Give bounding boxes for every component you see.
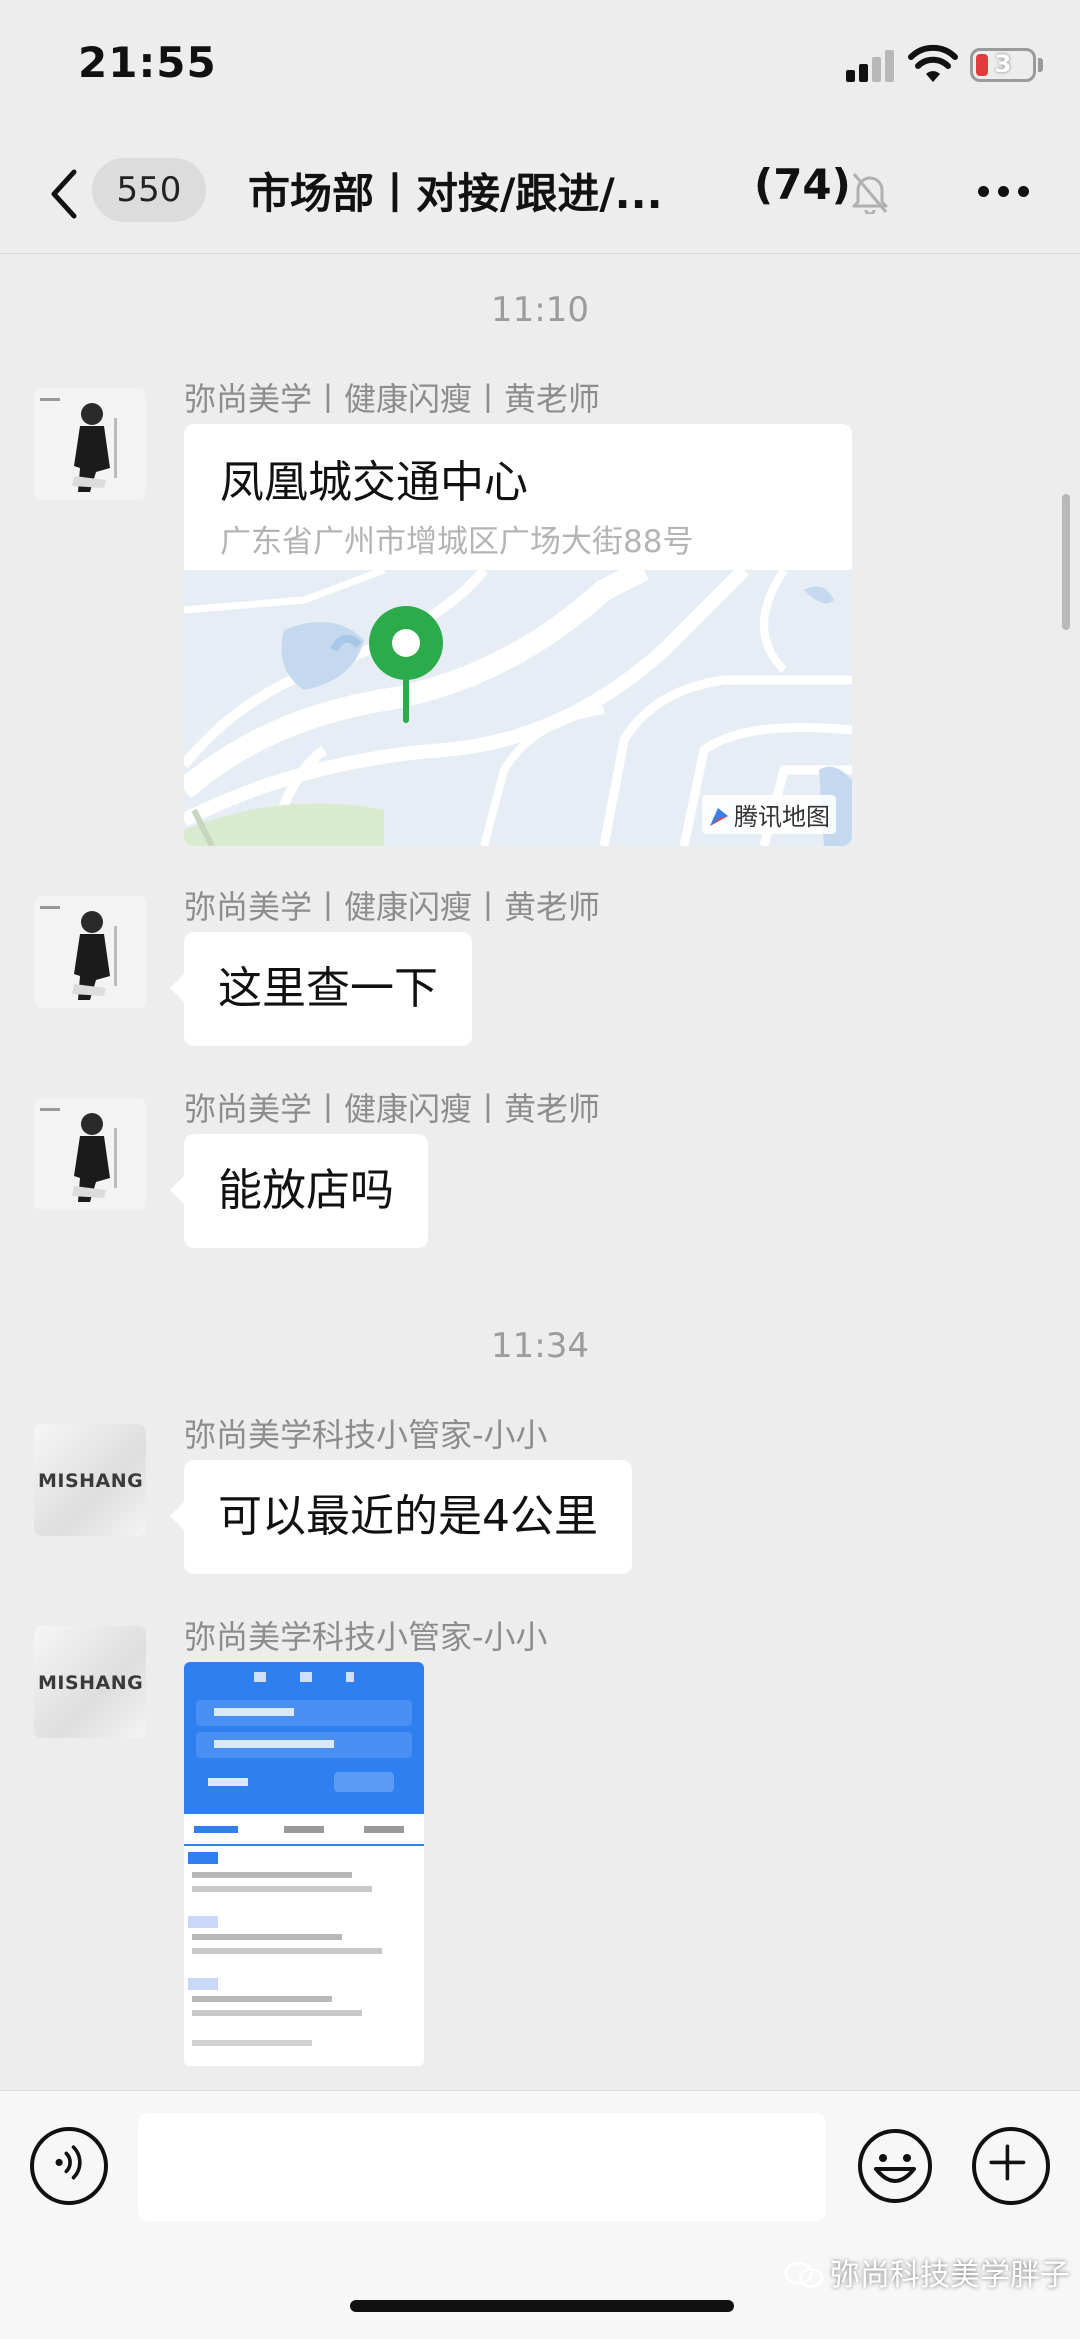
message-bubble[interactable]: 能放店吗 [170,1134,428,1248]
emoji-icon[interactable] [856,2127,934,2205]
chat-title[interactable]: 市场部丨对接/跟进/... [248,160,663,221]
bell-muted-icon [852,173,888,214]
location-address: 广东省广州市增城区广场大街88号 [220,524,694,560]
message-bubble[interactable]: 可以最近的是4公里 [170,1460,632,1574]
avatar-brand-text: MISHANG [38,1470,144,1492]
status-time: 21:55 [78,38,217,87]
location-card[interactable]: 凤凰城交通中心 广东省广州市增城区广场大街88号 腾讯地图 [184,424,852,846]
scrollbar[interactable] [1062,494,1070,630]
battery-cap [1038,58,1043,72]
avatar[interactable] [34,896,146,1008]
wechat-icon [784,2261,824,2288]
map-provider-text: 腾讯地图 [734,803,830,831]
sender-name: 弥尚美学丨健康闪瘦丨黄老师 [184,1090,601,1128]
more-dots-icon[interactable] [978,186,1030,198]
message-bubble[interactable]: 这里查一下 [170,932,472,1046]
sender-name: 弥尚美学丨健康闪瘦丨黄老师 [184,380,601,418]
map-provider-label: 腾讯地图 [702,795,836,834]
sender-name: 弥尚美学丨健康闪瘦丨黄老师 [184,888,601,926]
timestamp: 11:10 [491,290,589,330]
status-bar: 21:55 3 [0,0,1080,130]
unread-count-badge[interactable]: 550 [92,158,206,222]
sender-name: 弥尚美学科技小管家-小小 [184,1416,548,1454]
sender-name: 弥尚美学科技小管家-小小 [184,1618,548,1656]
location-name: 凤凰城交通中心 [220,457,528,508]
avatar-brand-text: MISHANG [38,1672,144,1694]
watermark-text: 弥尚科技美学胖子 [830,2258,1070,2293]
watermark: 弥尚科技美学胖子 [784,2250,1070,2294]
wifi-icon [908,44,958,82]
chevron-left-icon[interactable] [44,166,84,222]
avatar[interactable]: MISHANG [34,1424,146,1536]
member-count: (74) [754,160,851,209]
avatar[interactable] [34,388,146,500]
voice-icon[interactable] [30,2127,108,2205]
avatar[interactable]: MISHANG [34,1626,146,1738]
battery-level: 3 [994,50,1012,78]
avatar[interactable] [34,1098,146,1210]
cellular-signal-icon [846,50,896,82]
home-indicator[interactable] [350,2300,734,2312]
plus-icon[interactable] [972,2127,1050,2205]
battery-icon: 3 [970,48,1036,82]
image-message[interactable] [184,1662,424,2066]
timestamp: 11:34 [491,1326,589,1366]
tencent-map-logo-icon [710,808,728,826]
chat-header: 550 市场部丨对接/跟进/... (74) [0,130,1080,254]
message-input[interactable] [138,2113,826,2221]
